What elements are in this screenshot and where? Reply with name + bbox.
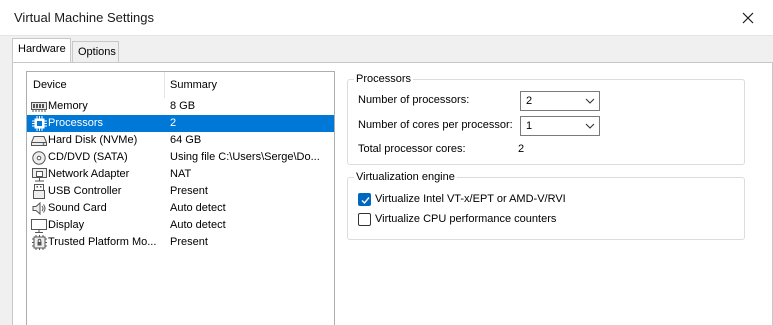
column-header-device[interactable]: Device <box>33 72 67 98</box>
device-list[interactable]: Device Summary Memory 8 GB Processors 2 … <box>26 71 335 325</box>
device-summary: Using file C:\Users\Serge\Do... <box>170 151 320 163</box>
cd-dvd-icon <box>31 150 47 165</box>
column-divider[interactable] <box>164 72 165 98</box>
network-adapter-icon <box>31 167 47 182</box>
display-icon <box>31 218 47 233</box>
num-processors-value: 2 <box>526 95 533 107</box>
total-cores-label: Total processor cores: <box>358 143 466 155</box>
device-summary: Present <box>170 236 208 248</box>
device-list-header: Device Summary <box>27 72 334 98</box>
device-row-usb-controller[interactable]: USB Controller Present <box>27 183 334 200</box>
device-row-sound-card[interactable]: Sound Card Auto detect <box>27 200 334 217</box>
processor-icon <box>31 116 47 131</box>
close-icon <box>742 12 754 24</box>
total-cores-value: 2 <box>518 143 525 155</box>
virtualize-perf-counters-checkbox[interactable] <box>358 213 371 226</box>
usb-icon <box>31 184 47 199</box>
virtualization-group-title: Virtualization engine <box>354 171 457 184</box>
tpm-icon <box>31 235 47 250</box>
device-summary: NAT <box>170 168 192 180</box>
sound-card-icon <box>31 201 47 216</box>
num-processors-label: Number of processors: <box>358 94 470 106</box>
device-row-trusted-platform-module[interactable]: Trusted Platform Mo... Present <box>27 234 334 251</box>
tab-hardware[interactable]: Hardware <box>12 38 71 62</box>
column-header-summary[interactable]: Summary <box>170 72 217 98</box>
close-button[interactable] <box>733 4 763 32</box>
device-name: Network Adapter <box>48 168 130 180</box>
cores-per-processor-label: Number of cores per processor: <box>358 119 513 131</box>
virtualize-vtx-label[interactable]: Virtualize Intel VT-x/EPT or AMD-V/RVI <box>375 192 566 207</box>
device-name: Processors <box>48 117 104 129</box>
window-title: Virtual Machine Settings <box>14 10 154 25</box>
device-row-network-adapter[interactable]: Network Adapter NAT <box>27 166 334 183</box>
device-name: Display <box>48 219 85 231</box>
memory-icon <box>31 99 47 114</box>
chevron-down-icon <box>585 123 595 129</box>
device-summary: Auto detect <box>170 202 226 214</box>
cores-per-processor-select[interactable]: 1 <box>520 116 600 136</box>
processors-group-title: Processors <box>354 73 414 86</box>
cores-per-processor-value: 1 <box>526 120 533 132</box>
processors-group: Processors Number of processors: 2 Numbe… <box>347 73 745 165</box>
device-name: Hard Disk (NVMe) <box>48 134 138 146</box>
virtualization-engine-group: Virtualization engine Virtualize Intel V… <box>347 171 745 240</box>
checkmark-icon <box>361 197 370 205</box>
hardware-tab-pane: Device Summary Memory 8 GB Processors 2 … <box>12 62 773 325</box>
device-name: Sound Card <box>48 202 107 214</box>
device-row-hard-disk[interactable]: Hard Disk (NVMe) 64 GB <box>27 132 334 149</box>
device-summary: Auto detect <box>170 219 226 231</box>
device-name: USB Controller <box>48 185 122 197</box>
chevron-down-icon <box>585 98 595 104</box>
device-row-cd-dvd[interactable]: CD/DVD (SATA) Using file C:\Users\Serge\… <box>27 149 334 166</box>
device-name: Memory <box>48 100 88 112</box>
device-row-processors[interactable]: Processors 2 <box>27 115 334 132</box>
device-summary: 64 GB <box>170 134 202 146</box>
virtualize-perf-counters-label[interactable]: Virtualize CPU performance counters <box>375 212 556 227</box>
device-row-display[interactable]: Display Auto detect <box>27 217 334 234</box>
device-name: CD/DVD (SATA) <box>48 151 128 163</box>
hard-disk-icon <box>31 133 47 148</box>
title-bar: Virtual Machine Settings <box>0 0 773 36</box>
tab-options[interactable]: Options <box>72 41 119 62</box>
device-summary: Present <box>170 185 208 197</box>
device-summary: 8 GB <box>170 100 196 112</box>
device-row-memory[interactable]: Memory 8 GB <box>27 98 334 115</box>
virtualize-vtx-checkbox[interactable] <box>358 193 371 206</box>
device-summary: 2 <box>170 117 177 129</box>
device-name: Trusted Platform Mo... <box>48 236 157 248</box>
num-processors-select[interactable]: 2 <box>520 91 600 111</box>
